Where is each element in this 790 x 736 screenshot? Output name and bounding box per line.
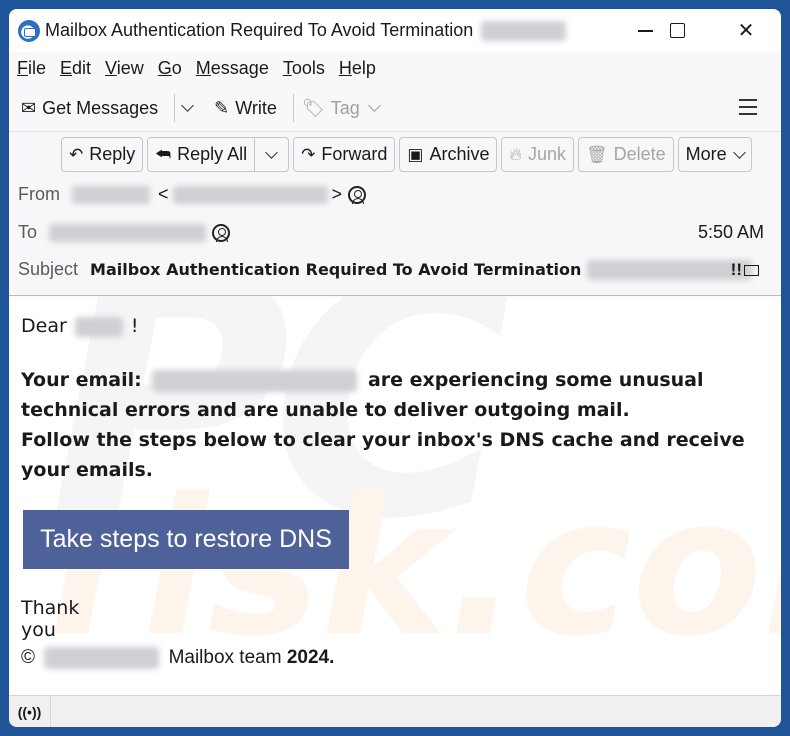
- menu-tools[interactable]: Tools: [283, 58, 325, 79]
- reply-all-split: ⮪ Reply All: [147, 137, 290, 172]
- status-bar: ((•)): [9, 695, 781, 727]
- priority-flags: !!: [731, 260, 759, 280]
- forward-button[interactable]: ↷ Forward: [293, 137, 396, 172]
- toolbar-divider: [174, 94, 176, 122]
- archive-button[interactable]: ▣ Archive: [399, 137, 498, 172]
- online-status-icon[interactable]: ((•)): [9, 696, 51, 727]
- main-toolbar: ✉ Get Messages ✎ Write 🏷︎ Tag: [9, 85, 781, 132]
- thunderbird-logo-icon: [18, 19, 40, 42]
- window-title: Mailbox Authentication Required To Avoid…: [45, 20, 474, 40]
- menu-bar: File Edit View Go Message Tools Help: [9, 52, 781, 85]
- minimize-icon: [637, 29, 653, 32]
- chevron-down-icon: [732, 145, 746, 159]
- restore-dns-button[interactable]: Take steps to restore DNS: [23, 510, 349, 569]
- to-row: To: [18, 222, 231, 243]
- get-messages-button[interactable]: ✉ Get Messages: [21, 98, 158, 119]
- message-header: ↶ Reply ⮪ Reply All ↷ Forward ▣ Archive 🔥︎ Ju…: [9, 132, 781, 296]
- menu-help[interactable]: Help: [339, 58, 376, 79]
- chevron-down-icon: [181, 99, 195, 112]
- trash-icon: 🗑︎: [586, 144, 608, 164]
- maximize-icon: [669, 23, 685, 38]
- envelope-icon: [744, 264, 759, 276]
- contact-icon[interactable]: [348, 185, 367, 204]
- redacted-email: [152, 369, 358, 392]
- title-bar: Mailbox Authentication Required To Avoid…: [9, 9, 781, 52]
- toolbar-divider: [292, 94, 294, 122]
- message-actions: ↶ Reply ⮪ Reply All ↷ Forward ▣ Archive 🔥︎ Ju…: [61, 137, 756, 172]
- pencil-icon: ✎: [214, 97, 230, 118]
- chevron-down-icon: [265, 145, 278, 159]
- get-messages-dropdown[interactable]: [181, 99, 195, 112]
- app-menu-button[interactable]: [739, 99, 757, 120]
- more-button[interactable]: More: [677, 137, 752, 172]
- menu-message[interactable]: Message: [196, 58, 269, 79]
- message-body: PC risk.com Dear ! Your email: are exper…: [9, 297, 781, 695]
- reply-button[interactable]: ↶ Reply: [61, 137, 144, 172]
- write-button[interactable]: ✎ Write: [214, 98, 277, 119]
- redacted-title-part: [481, 20, 567, 41]
- reply-icon: ↶: [69, 144, 84, 164]
- get-messages-icon: ✉: [21, 97, 37, 118]
- greeting: Dear !: [21, 315, 139, 337]
- tag-icon: 🏷︎: [301, 97, 325, 118]
- close-icon: ✕: [737, 20, 755, 42]
- message-paragraph: Your email: are experiencing some unusua…: [21, 369, 745, 481]
- reply-all-button[interactable]: ⮪ Reply All: [148, 138, 256, 171]
- redacted-sender-email[interactable]: [172, 185, 328, 204]
- subject-text: Mailbox Authentication Required To Avoid…: [90, 260, 582, 279]
- tag-button[interactable]: 🏷︎ Tag: [301, 97, 381, 119]
- menu-edit[interactable]: Edit: [60, 58, 91, 79]
- menu-file[interactable]: File: [17, 58, 46, 79]
- contact-icon[interactable]: [212, 223, 231, 242]
- redacted-sender-name: [72, 185, 150, 204]
- from-row: From < >: [18, 184, 367, 205]
- redacted-recipient[interactable]: [49, 223, 207, 242]
- message-time: 5:50 AM: [697, 222, 764, 242]
- redacted-company: [44, 647, 160, 669]
- close-button[interactable]: ✕: [723, 9, 769, 52]
- archive-icon: ▣: [407, 144, 424, 164]
- junk-button[interactable]: 🔥︎ Junk: [501, 137, 574, 172]
- reply-all-icon: ⮪: [155, 144, 172, 164]
- menu-go[interactable]: Go: [158, 58, 182, 79]
- maximize-button[interactable]: [654, 9, 700, 52]
- reply-all-dropdown[interactable]: [255, 145, 288, 159]
- mail-window: Mailbox Authentication Required To Avoid…: [9, 9, 781, 727]
- signature: © Mailbox team 2024.: [21, 647, 335, 669]
- menu-view[interactable]: View: [105, 58, 144, 79]
- redacted-name: [74, 316, 123, 337]
- chevron-down-icon: [367, 99, 381, 112]
- delete-button[interactable]: 🗑︎ Delete: [578, 137, 674, 172]
- forward-icon: ↷: [301, 144, 316, 164]
- subject-row: Subject Mailbox Authentication Required …: [18, 259, 753, 280]
- thanks-text: Thank you: [21, 597, 80, 641]
- junk-flame-icon: 🔥︎: [509, 144, 522, 164]
- redacted-subject-part: [587, 259, 753, 280]
